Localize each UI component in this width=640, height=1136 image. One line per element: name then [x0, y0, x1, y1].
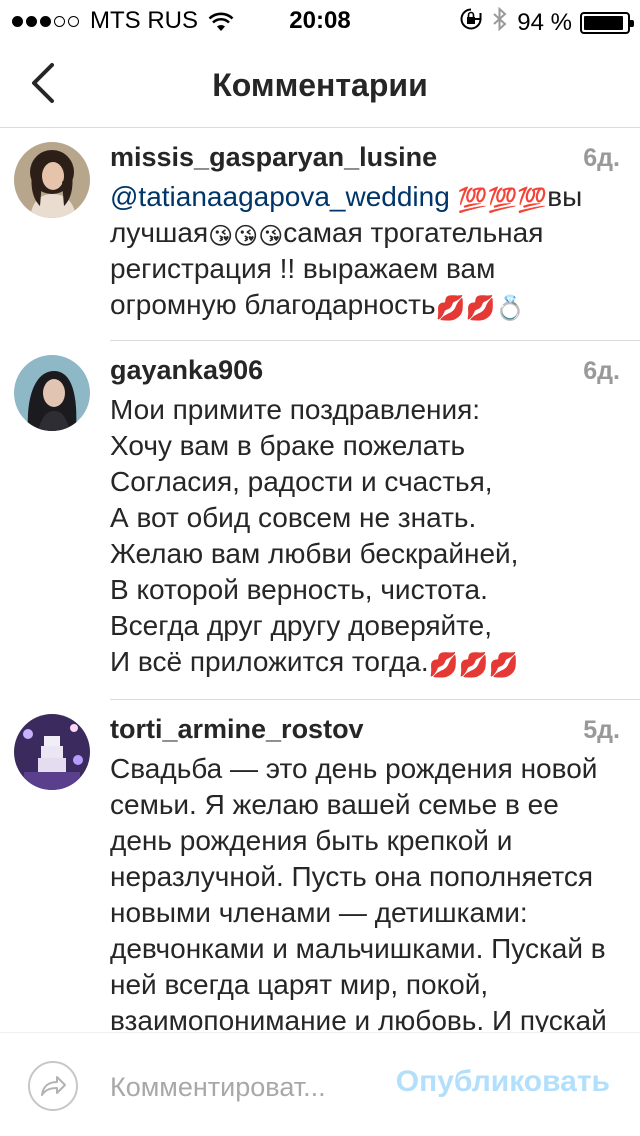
publish-button[interactable]: Опубликовать — [396, 1065, 610, 1099]
comment-username[interactable]: missis_gasparyan_lusine — [110, 142, 437, 173]
comment-compose-bar: Опубликовать — [0, 1032, 640, 1136]
share-button[interactable] — [28, 1061, 78, 1111]
avatar[interactable] — [14, 714, 90, 790]
comment-item: gayanka906 6д. Мои примите поздравления:… — [0, 341, 640, 699]
orientation-lock-icon — [459, 7, 483, 38]
kiss-face-emoji: 😘 — [258, 223, 284, 250]
hundred-points-emoji: 💯 — [517, 187, 548, 214]
lips-emoji: 💋 — [458, 652, 489, 679]
kiss-face-emoji: 😘 — [233, 223, 259, 250]
comment-text: @tatianaagapova_wedding 💯💯💯вы лучшая😘😘😘с… — [110, 179, 620, 323]
hundred-points-emoji: 💯 — [487, 187, 518, 214]
comment-line: Мои примите поздравления: — [110, 394, 481, 425]
lips-emoji: 💋 — [428, 652, 459, 679]
comments-list[interactable]: missis_gasparyan_lusine 6д. @tatianaagap… — [0, 128, 640, 1032]
comment-text: Мои примите поздравления: Хочу вам в бра… — [110, 392, 620, 680]
battery-percent: 94 % — [517, 8, 572, 36]
comment-line: А вот обид совсем не знать. — [110, 502, 477, 533]
comment-username[interactable]: gayanka906 — [110, 355, 263, 386]
battery-icon — [580, 11, 634, 34]
comment-line: Желаю вам любви бескрайней, — [110, 538, 519, 569]
avatar[interactable] — [14, 142, 90, 218]
avatar[interactable] — [14, 355, 90, 431]
nav-bar: Комментарии — [0, 40, 640, 128]
bluetooth-icon — [493, 6, 507, 38]
page-title: Комментарии — [212, 67, 428, 103]
share-arrow-icon — [41, 1076, 66, 1096]
status-bar: MTS RUS 20:08 94 % — [0, 0, 640, 40]
comment-input[interactable] — [110, 1067, 360, 1107]
kiss-face-emoji: 😘 — [208, 223, 234, 250]
mention-link[interactable]: @tatianaagapova_wedding — [110, 181, 450, 212]
comment-line: И всё приложится тогда. — [110, 646, 429, 677]
comment-line: Хочу вам в браке пожелать — [110, 430, 466, 461]
ring-emoji: 💍 — [495, 295, 526, 322]
comment-line: Всегда друг другу доверяйте, — [110, 610, 493, 641]
comment-line-with-emoji: И всё приложится тогда.💋💋💋 — [110, 644, 620, 680]
comment-item: torti_armine_rostov 5д. Свадьба — это де… — [0, 700, 640, 1032]
status-right: 94 % — [459, 6, 634, 38]
lips-emoji: 💋 — [488, 652, 519, 679]
comment-item: missis_gasparyan_lusine 6д. @tatianaagap… — [0, 128, 640, 340]
comment-time: 6д. — [583, 357, 620, 385]
hundred-points-emoji: 💯 — [457, 187, 488, 214]
comment-time: 6д. — [583, 144, 620, 172]
comment-line: В которой верность, чистота. — [110, 574, 488, 605]
comment-line: Согласия, радости и счастья, — [110, 466, 493, 497]
comment-time: 5д. — [583, 716, 620, 744]
comment-username[interactable]: torti_armine_rostov — [110, 714, 364, 745]
lips-emoji: 💋 — [465, 295, 496, 322]
battery-fill — [584, 15, 624, 30]
comment-text: Свадьба — это день рождения новой семьи.… — [110, 753, 607, 1032]
lips-emoji: 💋 — [435, 295, 466, 322]
